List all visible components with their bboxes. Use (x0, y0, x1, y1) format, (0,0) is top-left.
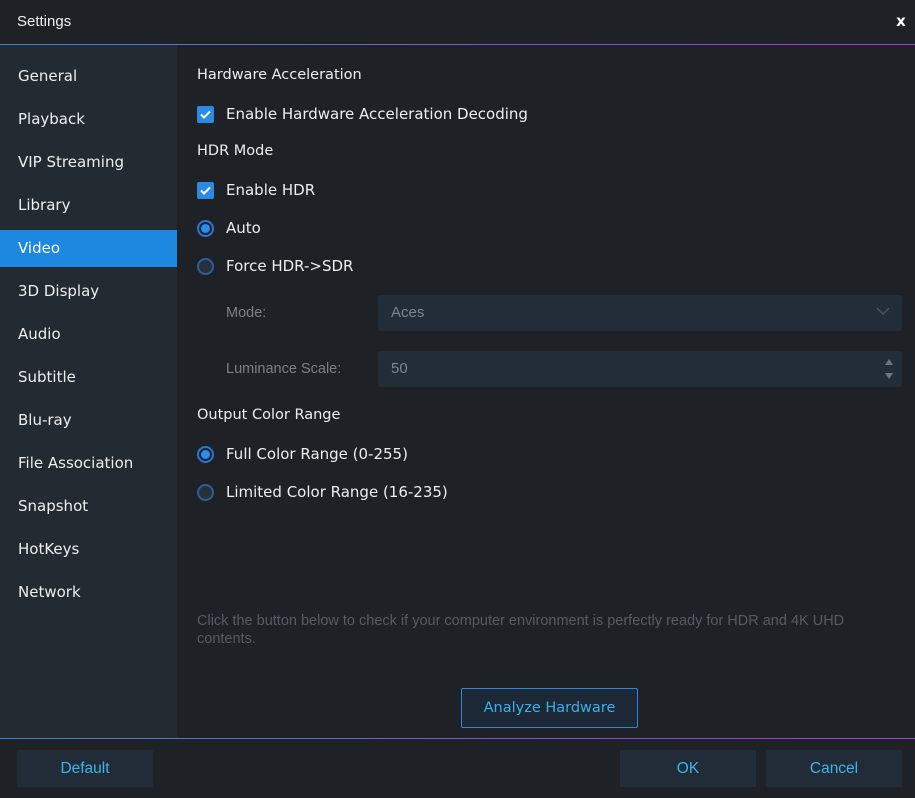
cancel-button[interactable]: Cancel (766, 750, 902, 787)
spin-down-icon[interactable] (885, 373, 893, 379)
sidebar-item-snapshot[interactable]: Snapshot (0, 488, 177, 525)
hardware-check-hint: Click the button below to check if your … (197, 613, 845, 647)
sidebar-item-playback[interactable]: Playback (0, 101, 177, 138)
sidebar-item-blu-ray[interactable]: Blu-ray (0, 402, 177, 439)
sidebar-item-library[interactable]: Library (0, 187, 177, 224)
hdr-auto-label: Auto (226, 219, 261, 237)
close-icon[interactable]: x (893, 12, 909, 32)
sidebar-item-video[interactable]: Video (0, 230, 177, 267)
checkbox-checked-icon (197, 181, 214, 199)
sidebar-item-hotkeys[interactable]: HotKeys (0, 531, 177, 568)
ok-button[interactable]: OK (620, 750, 756, 787)
full-color-range-label: Full Color Range (0-255) (226, 445, 408, 463)
enable-hdr-label: Enable HDR (226, 181, 316, 199)
default-button[interactable]: Default (17, 750, 153, 787)
sidebar-item-general[interactable]: General (0, 58, 177, 95)
mode-select-value: Aces (391, 304, 425, 321)
mode-select[interactable]: Aces (378, 295, 902, 331)
enable-hw-decoding-checkbox[interactable]: Enable Hardware Acceleration Decoding (197, 104, 528, 124)
luminance-scale-value: 50 (391, 360, 408, 377)
enable-hw-decoding-label: Enable Hardware Acceleration Decoding (226, 105, 528, 123)
output-color-range-heading: Output Color Range (197, 407, 341, 423)
title-bar: Settings x (0, 0, 915, 45)
sidebar-item-subtitle[interactable]: Subtitle (0, 359, 177, 396)
hdr-mode-heading: HDR Mode (197, 143, 274, 159)
analyze-hardware-button[interactable]: Analyze Hardware (461, 688, 638, 728)
sidebar-item-3d-display[interactable]: 3D Display (0, 273, 177, 310)
radio-selected-icon (197, 445, 214, 463)
radio-unselected-icon (197, 483, 214, 501)
sidebar-item-network[interactable]: Network (0, 574, 177, 611)
luminance-scale-spinbox[interactable]: 50 (378, 351, 902, 387)
hdr-force-sdr-label: Force HDR->SDR (226, 257, 354, 275)
radio-selected-icon (197, 219, 214, 237)
dialog-footer: Default OK Cancel (0, 739, 915, 798)
video-settings-panel: Hardware Acceleration Enable Hardware Ac… (177, 45, 915, 738)
settings-sidebar: General Playback VIP Streaming Library V… (0, 45, 177, 738)
sidebar-item-audio[interactable]: Audio (0, 316, 177, 353)
radio-unselected-icon (197, 257, 214, 275)
full-color-range-radio[interactable]: Full Color Range (0-255) (197, 444, 408, 464)
window-title: Settings (17, 13, 72, 30)
sidebar-item-vip-streaming[interactable]: VIP Streaming (0, 144, 177, 181)
hardware-acceleration-heading: Hardware Acceleration (197, 67, 362, 83)
chevron-down-icon (876, 307, 890, 316)
sidebar-item-file-association[interactable]: File Association (0, 445, 177, 482)
hdr-force-sdr-radio[interactable]: Force HDR->SDR (197, 256, 353, 276)
luminance-scale-label: Luminance Scale: (226, 361, 342, 377)
hdr-auto-radio[interactable]: Auto (197, 218, 261, 238)
enable-hdr-checkbox[interactable]: Enable HDR (197, 180, 315, 200)
limited-color-range-label: Limited Color Range (16-235) (226, 483, 448, 501)
spin-up-icon[interactable] (885, 359, 893, 365)
checkbox-checked-icon (197, 105, 214, 123)
limited-color-range-radio[interactable]: Limited Color Range (16-235) (197, 482, 448, 502)
mode-label: Mode: (226, 305, 267, 321)
